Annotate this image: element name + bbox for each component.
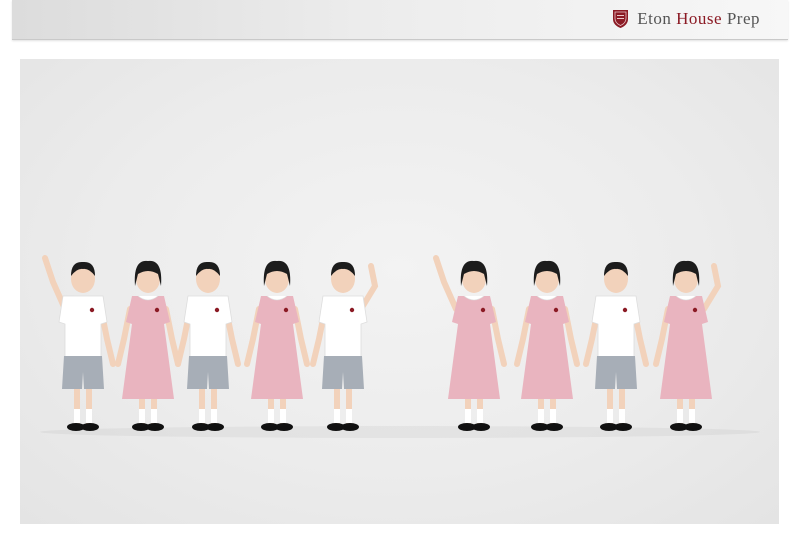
brand-name: Eton House Prep [637, 9, 760, 29]
child-6 [433, 255, 507, 431]
group-photo [20, 59, 779, 524]
brand-logo[interactable]: Eton House Prep [612, 8, 760, 30]
child-8 [583, 261, 649, 431]
children-group [40, 255, 760, 438]
school-crest-icon [613, 10, 629, 28]
brand-word-house: House [676, 9, 723, 28]
child-2 [115, 260, 181, 431]
brand-word-eton: Eton [637, 9, 672, 28]
child-4 [244, 260, 310, 431]
child-3 [175, 261, 241, 431]
child-9 [653, 260, 722, 431]
child-7 [514, 260, 580, 431]
child-1 [42, 255, 116, 431]
page: Eton House Prep [0, 0, 800, 533]
header-bar: Eton House Prep [12, 0, 788, 40]
child-5 [310, 261, 379, 431]
children-illustration [40, 255, 760, 438]
brand-word-prep: Prep [726, 9, 760, 28]
